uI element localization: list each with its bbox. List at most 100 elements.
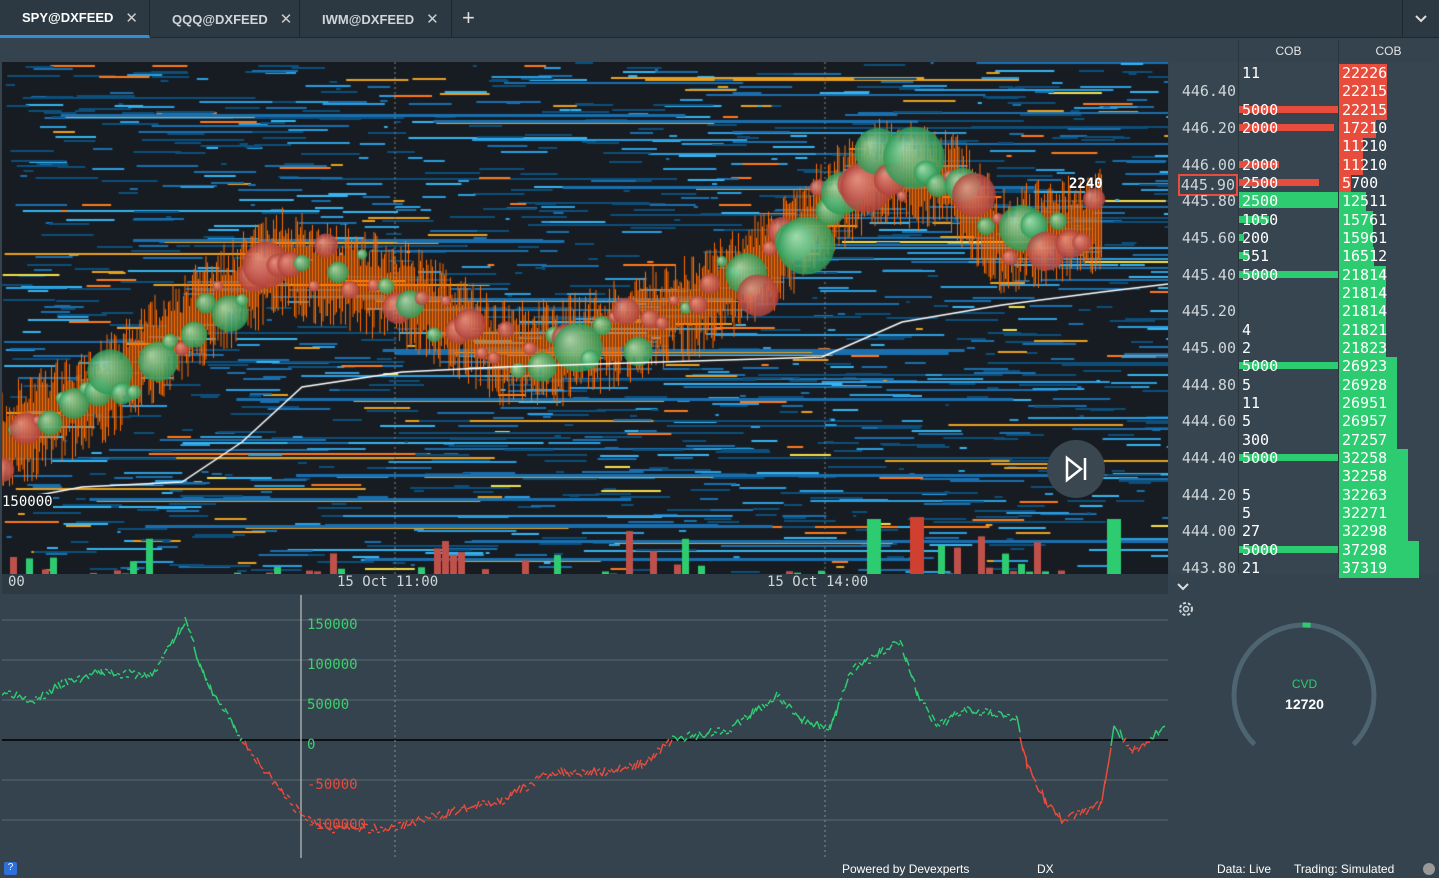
cvd-line-segment [788, 703, 793, 709]
cvd-line-segment [698, 731, 703, 737]
cvd-axis-label: -100000 [307, 817, 366, 833]
cvd-axis-label: 0 [307, 737, 315, 753]
cvd-line-segment [659, 743, 664, 755]
cvd-line-segment [25, 700, 30, 704]
cob-level-size: 5000 [1242, 357, 1279, 376]
cvd-line-segment [110, 669, 115, 677]
cvd-line-segment [931, 714, 936, 721]
cvd-line-segment [224, 708, 229, 715]
cvd-line-segment [295, 803, 300, 810]
tab-label: QQQ@DXFEED [172, 11, 268, 27]
close-icon[interactable]: ✕ [426, 10, 439, 28]
cvd-line-segment [301, 814, 306, 818]
cvd-line-segment [855, 665, 860, 671]
cob-cumulative-size: 26923 [1342, 357, 1388, 376]
cvd-line-segment [122, 669, 127, 674]
cvd-line-segment [549, 773, 553, 777]
cvd-line-segment [1006, 713, 1011, 716]
cvd-line-segment [593, 767, 598, 776]
cvd-line-segment [274, 780, 279, 787]
cvd-line-segment [945, 719, 950, 726]
price-label: 445.80 [1181, 192, 1236, 211]
cvd-line-segment [925, 705, 930, 713]
jump-to-live-button[interactable] [1047, 440, 1105, 498]
cob-header[interactable]: COB [1338, 40, 1438, 62]
cvd-line-segment [76, 674, 81, 679]
cvd-line-segment [292, 808, 297, 814]
trading-status: Trading: Simulated [1294, 862, 1395, 876]
cvd-line-segment [1143, 741, 1148, 747]
cvd-line-segment [175, 626, 180, 638]
cvd-line-segment [1134, 747, 1139, 750]
cvd-line-segment [85, 674, 90, 680]
close-icon[interactable]: ✕ [280, 10, 293, 28]
cvd-line-segment [1085, 809, 1090, 816]
tab-iwm[interactable]: IWM@DXFEED ✕ [300, 0, 452, 38]
cob-level-size: 300 [1242, 430, 1270, 449]
cvd-line-segment [1128, 747, 1133, 752]
collapse-chevron-icon[interactable] [1176, 577, 1190, 596]
cvd-line-segment [337, 825, 342, 828]
cob-level-size: 27 [1242, 522, 1261, 541]
cvd-line-segment [107, 671, 112, 675]
cob-cumulative-size: 32258 [1342, 448, 1388, 467]
cob-cumulative-size: 22226 [1342, 64, 1388, 82]
cvd-line-segment [233, 724, 238, 733]
close-icon[interactable]: ✕ [125, 9, 138, 27]
cvd-line-segment [963, 707, 968, 713]
cvd-line-segment [1032, 776, 1037, 783]
cvd-line-segment [1110, 725, 1115, 746]
cvd-line-segment [259, 764, 264, 770]
cvd-line-segment [647, 756, 652, 761]
cvd-line-segment [584, 770, 589, 776]
cvd-line-segment [1107, 747, 1112, 767]
cvd-line-segment [841, 688, 846, 693]
cvd-line-segment [1025, 756, 1028, 769]
cvd-line-segment [196, 657, 201, 668]
cvd-line-segment [205, 678, 208, 681]
cvd-line-segment [181, 623, 186, 630]
cob-cumulative-size: 37298 [1342, 540, 1388, 559]
cob-cumulative-size: 37319 [1342, 558, 1388, 577]
cob-level-size: 5 [1242, 503, 1252, 522]
heatmap-canvas[interactable] [2, 62, 1168, 574]
cvd-line-segment [403, 820, 408, 830]
cvd-line-segment [551, 771, 556, 777]
cvd-line-segment [268, 771, 273, 779]
tab-qqq[interactable]: QQQ@DXFEED ✕ [150, 0, 300, 38]
cvd-line-segment [650, 753, 655, 762]
price-label: 445.00 [1181, 338, 1236, 357]
cvd-line-segment [610, 768, 615, 774]
tab-spy[interactable]: SPY@DXFEED ✕ [0, 0, 150, 38]
cvd-line-segment [590, 768, 595, 776]
cvd-line-segment [227, 717, 232, 720]
cob-header[interactable]: COB [1238, 40, 1338, 62]
order-book-heatmap[interactable]: 2240 150000 [2, 62, 1168, 574]
cvd-line-segment [131, 669, 136, 674]
cob-level-size: 2 [1242, 338, 1252, 357]
help-icon[interactable]: ? [4, 862, 17, 875]
cvd-line-segment [256, 757, 261, 766]
cvd-line-segment [849, 671, 854, 676]
cvd-line-segment [412, 821, 417, 827]
chevron-down-icon[interactable] [1402, 0, 1439, 38]
cob-cumulative-size: 15961 [1342, 228, 1388, 247]
cvd-axis-label: -50000 [307, 777, 358, 793]
cvd-line-segment [54, 684, 59, 690]
cvd-line-segment [692, 733, 697, 738]
cob-column-levels: 11 5000 2000 2000 2500 2500 1050 200 551 5000 4 2 50… [1238, 62, 1338, 577]
cvd-line-segment [169, 638, 174, 646]
cvd-line-segment [137, 671, 142, 676]
cvd-line-segment [460, 805, 465, 809]
cvd-line-segment [844, 678, 849, 689]
cvd-line-segment [1041, 789, 1046, 804]
add-tab-button[interactable]: + [462, 5, 475, 31]
cob-cumulative-size: 21814 [1342, 265, 1388, 284]
volume-scale-label: 150000 [2, 494, 53, 510]
cvd-line-segment [166, 644, 171, 648]
cvd-line-segment [1003, 714, 1008, 718]
price-label: 446.40 [1181, 82, 1236, 101]
cvd-line-segment [689, 734, 694, 739]
cvd-line-segment [734, 718, 739, 725]
last-trade-size: 2240 [1069, 176, 1103, 192]
